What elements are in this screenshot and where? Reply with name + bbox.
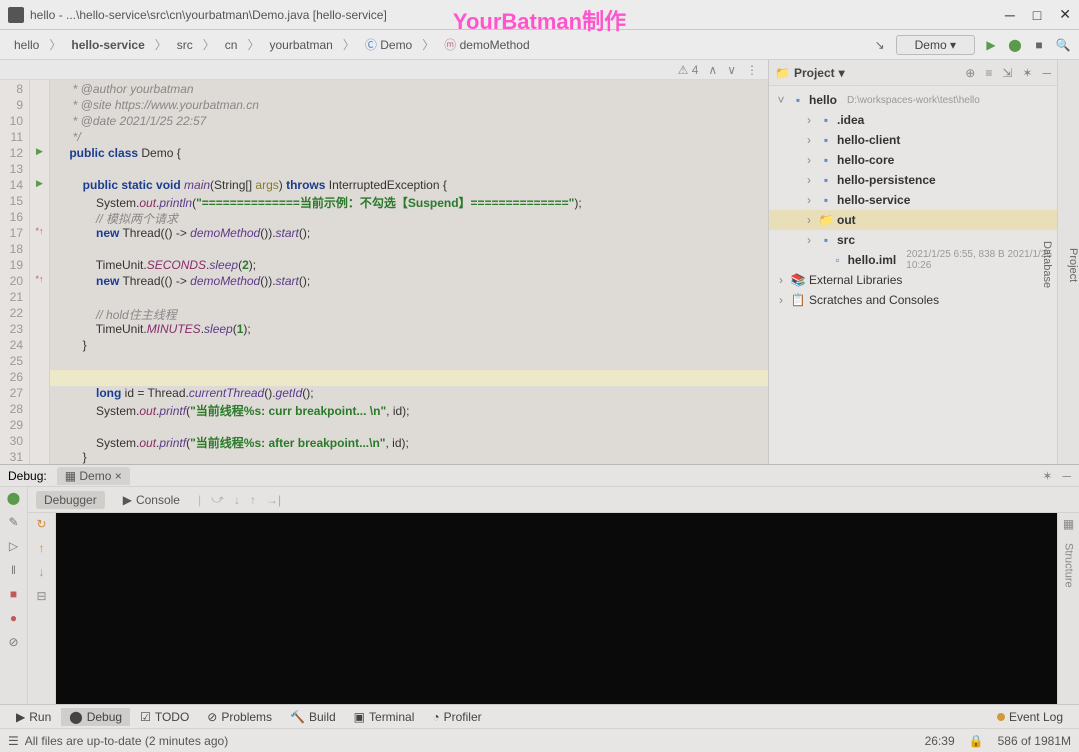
- console-action-strip: ↻ ↑ ↓ ⊟: [28, 513, 56, 704]
- debug-action-strip: ⬤ ✎ ▷ ‖ ■ ● ⊘: [0, 487, 28, 704]
- right-sidebar: 📁 Project ▾ ⊕ ≡ ⇲ ✶ ─ ˅▪hello D:\workspa…: [769, 60, 1079, 464]
- tree-node-hello-core[interactable]: ›▪hello-core: [769, 150, 1057, 170]
- main-area: ⚠ 4 ∧ ∨ ⋮ 891011121314151617181920212223…: [0, 60, 1079, 464]
- restart-frame-icon[interactable]: ↻: [36, 517, 46, 531]
- tree-node-hello.iml[interactable]: ▫hello.iml 2021/1/25 6:55, 838 B 2021/1/…: [769, 250, 1057, 270]
- window-controls: ─ □ ✕: [1005, 6, 1071, 23]
- memory-indicator[interactable]: 586 of 1981M: [998, 734, 1071, 748]
- search-icon[interactable]: 🔍: [1055, 37, 1071, 53]
- debug-session-tab[interactable]: ▦ Demo ×: [57, 467, 130, 485]
- minimize-button[interactable]: ─: [1005, 7, 1015, 23]
- run-to-cursor-icon[interactable]: →|: [266, 493, 281, 507]
- warnings-badge[interactable]: ⚠ 4: [678, 63, 699, 77]
- debug-label: Debug:: [8, 469, 47, 483]
- debug-settings-icon[interactable]: ✶: [1042, 469, 1052, 483]
- breadcrumb-cn[interactable]: cn: [219, 36, 244, 54]
- tree-node-ext-lib[interactable]: ›📚External Libraries: [769, 270, 1057, 290]
- editor-inspection-bar: ⚠ 4 ∧ ∨ ⋮: [0, 60, 768, 80]
- debug-panel: Debug: ▦ Demo × ✶ ─ ⬤ ✎ ▷ ‖ ■ ● ⊘ Debugg…: [0, 464, 1079, 704]
- lock-icon[interactable]: 🔒: [969, 734, 984, 748]
- collapse-icon[interactable]: ⇲: [1002, 66, 1012, 80]
- structure-tab[interactable]: Structure: [1063, 543, 1075, 588]
- locate-icon[interactable]: ⊕: [965, 66, 975, 80]
- breadcrumb-src[interactable]: src: [171, 36, 199, 54]
- settings-icon[interactable]: ✶: [1022, 66, 1032, 80]
- right-tool-strip: Project Database: [1057, 60, 1079, 464]
- tree-node-hello-persistence[interactable]: ›▪hello-persistence: [769, 170, 1057, 190]
- code-content[interactable]: * @author yourbatman * @site https://www…: [50, 80, 768, 464]
- status-icon: ☰: [8, 734, 19, 748]
- project-title[interactable]: 📁 Project ▾: [775, 66, 845, 80]
- nav-down-icon[interactable]: ∨: [727, 63, 736, 77]
- bottom-tab-build[interactable]: 🔨 Build: [282, 708, 344, 726]
- breakpoints-icon[interactable]: ●: [10, 611, 17, 625]
- bottom-tab-terminal[interactable]: ▣ Terminal: [346, 708, 423, 726]
- console-tab[interactable]: ▶ Console: [115, 491, 188, 509]
- app-icon: [8, 7, 24, 23]
- mute-icon[interactable]: ⊘: [8, 635, 18, 649]
- tool-tab-project[interactable]: Project: [1067, 248, 1079, 282]
- step-over-icon[interactable]: ⤻: [211, 492, 224, 507]
- pause-icon[interactable]: ‖: [11, 563, 16, 577]
- build-icon[interactable]: ↘: [872, 37, 888, 53]
- titlebar: hello - ...\hello-service\src\cn\yourbat…: [0, 0, 1079, 30]
- maximize-button[interactable]: □: [1033, 7, 1041, 23]
- run-icon[interactable]: ▶: [983, 37, 999, 53]
- project-tree[interactable]: ˅▪hello D:\workspaces-work\test\hello›▪.…: [769, 86, 1057, 464]
- nav-up-icon[interactable]: ∧: [708, 63, 717, 77]
- breadcrumb-hello-service[interactable]: hello-service: [65, 36, 150, 54]
- editor-body[interactable]: 8910111213141516171819202122232425262728…: [0, 80, 768, 464]
- frames-icon[interactable]: ⊟: [36, 589, 46, 603]
- tree-node-root[interactable]: ˅▪hello D:\workspaces-work\test\hello: [769, 90, 1057, 110]
- stop-icon[interactable]: ■: [1031, 37, 1047, 53]
- modify-icon[interactable]: ✎: [8, 515, 18, 529]
- tree-node-.idea[interactable]: ›▪.idea: [769, 110, 1057, 130]
- editor-area: ⚠ 4 ∧ ∨ ⋮ 891011121314151617181920212223…: [0, 60, 769, 464]
- bottom-tab-profiler[interactable]: ◔ Profiler: [424, 708, 489, 726]
- up-icon[interactable]: ↑: [39, 541, 45, 555]
- tree-node-hello-client[interactable]: ›▪hello-client: [769, 130, 1057, 150]
- step-out-icon[interactable]: ↑: [250, 493, 256, 507]
- bottom-toolbar: ▶ Run⬤ Debug☑ TODO⊘ Problems🔨 Build▣ Ter…: [0, 704, 1079, 728]
- layout-icon[interactable]: ▦: [1063, 517, 1074, 531]
- window-title: hello - ...\hello-service\src\cn\yourbat…: [30, 8, 387, 22]
- breadcrumbs: hello〉hello-service〉src〉cn〉yourbatman〉Ⓒ …: [8, 34, 536, 55]
- debug-icon[interactable]: ⬤: [1007, 37, 1023, 53]
- rerun-icon[interactable]: ⬤: [7, 491, 20, 505]
- navigation-bar: hello〉hello-service〉src〉cn〉yourbatman〉Ⓒ …: [0, 30, 1079, 60]
- run-config-selector[interactable]: Demo ▾: [896, 35, 975, 55]
- bottom-tab-run[interactable]: ▶ Run: [8, 708, 59, 726]
- more-icon[interactable]: ⋮: [746, 63, 758, 77]
- console-output[interactable]: [56, 513, 1057, 704]
- stop-icon[interactable]: ■: [10, 587, 17, 601]
- bottom-tab-todo[interactable]: ☑ TODO: [132, 708, 197, 726]
- expand-icon[interactable]: ≡: [985, 66, 992, 80]
- breadcrumb-demoMethod[interactable]: ⓜ demoMethod: [438, 34, 535, 55]
- step-into-icon[interactable]: ↓: [234, 493, 240, 507]
- down-icon[interactable]: ↓: [39, 565, 45, 579]
- line-gutter[interactable]: 8910111213141516171819202122232425262728…: [0, 80, 30, 464]
- status-message: All files are up-to-date (2 minutes ago): [25, 734, 228, 748]
- tree-node-src[interactable]: ›▪src: [769, 230, 1057, 250]
- event-log-button[interactable]: Event Log: [989, 708, 1071, 726]
- tree-node-hello-service[interactable]: ›▪hello-service: [769, 190, 1057, 210]
- debug-hide-icon[interactable]: ─: [1062, 469, 1071, 483]
- tree-node-scratches[interactable]: ›📋Scratches and Consoles: [769, 290, 1057, 310]
- tree-node-out[interactable]: ›📁out: [769, 210, 1057, 230]
- cursor-position: 26:39: [925, 734, 955, 748]
- close-button[interactable]: ✕: [1059, 6, 1071, 23]
- project-tool-window: 📁 Project ▾ ⊕ ≡ ⇲ ✶ ─ ˅▪hello D:\workspa…: [769, 60, 1057, 464]
- breadcrumb-yourbatman[interactable]: yourbatman: [263, 36, 338, 54]
- tool-tab-database[interactable]: Database: [1041, 241, 1053, 288]
- bottom-tab-problems[interactable]: ⊘ Problems: [199, 708, 280, 726]
- debugger-tab[interactable]: Debugger: [36, 491, 105, 509]
- breadcrumb-hello[interactable]: hello: [8, 36, 45, 54]
- status-bar: ☰ All files are up-to-date (2 minutes ag…: [0, 728, 1079, 752]
- hide-icon[interactable]: ─: [1042, 66, 1051, 80]
- gutter-marks[interactable]: ▶▶*↑*↑: [30, 80, 50, 464]
- breadcrumb-Demo[interactable]: Ⓒ Demo: [359, 34, 418, 55]
- resume-icon[interactable]: ▷: [9, 539, 18, 553]
- bottom-tab-debug[interactable]: ⬤ Debug: [61, 708, 130, 726]
